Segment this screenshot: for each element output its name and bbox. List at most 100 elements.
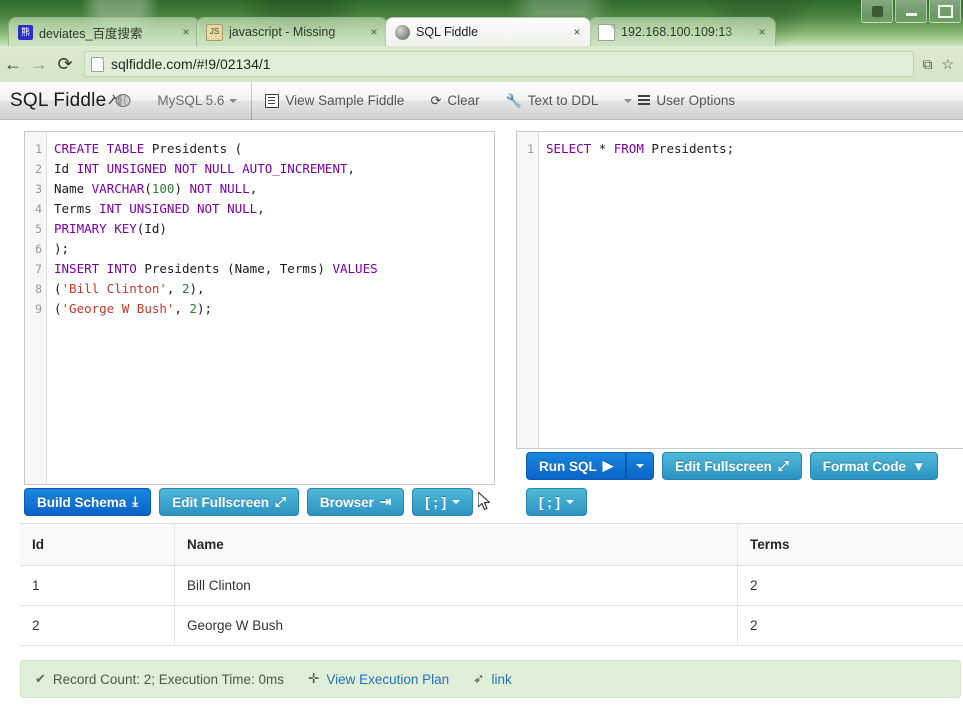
close-icon[interactable]: × <box>755 25 769 39</box>
code-line: Name VARCHAR(100) NOT NULL, <box>54 179 494 199</box>
minimize-icon[interactable] <box>895 0 927 23</box>
reload-icon[interactable]: ⟳ <box>52 51 78 77</box>
copy-page-icon[interactable]: ⧉ <box>922 57 932 71</box>
javascript-icon: JS <box>206 23 223 41</box>
indent-icon: ⇥ <box>379 494 392 509</box>
status-bar: ✔ Record Count: 2; Execution Time: 0ms ✛… <box>20 660 961 698</box>
code-line: ); <box>54 239 494 259</box>
schema-edit-fullscreen-button[interactable]: Edit Fullscreen ⤢ <box>159 488 299 516</box>
browser-tab-3[interactable]: 192.168.100.109:13 × <box>588 17 776 46</box>
clear-button[interactable]: ⟳ Clear <box>417 82 492 119</box>
build-schema-label: Build Schema <box>37 494 127 510</box>
omnibox-actions: ⧉ ☆ <box>922 57 963 71</box>
code-token: NOT NULL <box>189 181 250 196</box>
view-execution-plan-label: View Execution Plan <box>326 671 450 687</box>
code-line: Id INT UNSIGNED NOT NULL AUTO_INCREMENT, <box>54 159 494 179</box>
line-number: 7 <box>35 262 42 276</box>
view-execution-plan-link[interactable]: ✛ View Execution Plan <box>308 671 449 687</box>
close-icon[interactable]: × <box>179 25 193 39</box>
browser-tab-title: 192.168.100.109:13 <box>621 25 733 39</box>
address-bar-input[interactable]: sqlfiddle.com/#!9/02134/1 <box>84 51 915 77</box>
column-header-id[interactable]: Id <box>20 523 175 566</box>
query-editor-code[interactable]: SELECT * FROM Presidents; <box>539 132 963 448</box>
expand-icon: ⤢ <box>275 494 286 509</box>
browser-tab-0[interactable]: 熊 deviates_百度搜索 × <box>8 17 200 46</box>
status-message: Record Count: 2; Execution Time: 0ms <box>52 671 285 687</box>
code-token: , <box>249 181 258 196</box>
share-link[interactable]: ➶ link <box>473 671 512 687</box>
run-sql-button[interactable]: Run SQL ▶ <box>526 452 627 480</box>
url-bar: ← → ⟳ sqlfiddle.com/#!9/02134/1 ⧉ ☆ <box>0 46 963 82</box>
code-token: ) <box>174 181 190 196</box>
code-token: Terms <box>54 201 100 216</box>
table-cell: Bill Clinton <box>174 565 738 606</box>
column-header-name[interactable]: Name <box>174 523 738 566</box>
check-icon: ✔ <box>35 671 46 686</box>
download-icon: ⤓ <box>132 494 139 509</box>
mouse-cursor <box>478 492 491 511</box>
play-icon: ▶ <box>602 458 614 473</box>
close-icon[interactable]: × <box>570 25 584 39</box>
build-schema-button[interactable]: Build Schema ⤓ <box>24 488 152 516</box>
back-icon[interactable]: ← <box>0 51 26 77</box>
code-line: ('George W Bush', 2); <box>54 299 494 319</box>
page-icon <box>91 56 104 72</box>
view-sample-fiddle-label: View Sample Fiddle <box>285 93 405 108</box>
browser-button[interactable]: Browser ⇥ <box>306 488 405 516</box>
browser-tab-1[interactable]: JS javascript - Missing × <box>196 17 388 46</box>
close-icon[interactable]: × <box>367 25 381 39</box>
editors-region: 123456789 CREATE TABLE Presidents (Id IN… <box>0 120 963 698</box>
schema-terminator-button[interactable]: [ ; ] <box>412 488 474 516</box>
query-terminator-button[interactable]: [ ; ] <box>526 488 587 516</box>
run-sql-label: Run SQL <box>539 458 597 474</box>
view-sample-fiddle-button[interactable]: View Sample Fiddle <box>252 82 417 119</box>
bars-icon <box>638 95 651 106</box>
baidu-icon: 熊 <box>18 24 33 40</box>
browser-tab-title: javascript - Missing <box>229 25 336 39</box>
run-sql-dropdown-button[interactable] <box>626 452 655 480</box>
line-number: 5 <box>35 222 42 236</box>
maximize-icon[interactable] <box>929 0 961 23</box>
browser-tab-title: SQL Fiddle <box>416 25 479 39</box>
table-row: 1 Bill Clinton 2 <box>20 565 963 606</box>
code-token: ), <box>189 281 205 296</box>
address-bar-url: sqlfiddle.com/#!9/02134/1 <box>111 56 271 72</box>
table-cell: 2 <box>737 605 963 646</box>
code-token: VARCHAR <box>91 181 145 196</box>
format-code-button[interactable]: Format Code ▼ <box>809 452 939 480</box>
record-count-status: ✔ Record Count: 2; Execution Time: 0ms <box>35 671 284 687</box>
plus-icon: ✛ <box>308 671 320 686</box>
user-options-button[interactable]: User Options <box>611 82 748 119</box>
app-brand[interactable]: SQL Fiddle <box>0 82 143 119</box>
database-engine-select[interactable]: MySQL 5.6 <box>143 82 251 119</box>
user-options-label: User Options <box>656 93 736 108</box>
caret-down-icon <box>636 464 645 468</box>
forward-icon[interactable]: → <box>26 51 52 77</box>
code-token: PRIMARY KEY <box>54 221 137 236</box>
code-token: INSERT INTO <box>54 261 145 276</box>
results-table: Id Name Terms 1 Bill Clinton 2 2 George W Bu… <box>20 523 963 646</box>
code-token: FROM <box>613 141 652 156</box>
schema-editor[interactable]: 123456789 CREATE TABLE Presidents (Id IN… <box>24 131 495 485</box>
code-token: , <box>347 161 356 176</box>
query-edit-fullscreen-label: Edit Fullscreen <box>675 458 772 474</box>
browser-tab-strip: 熊 deviates_百度搜索 × JS javascript - Missin… <box>0 17 963 46</box>
code-token: INT UNSIGNED NOT NULL <box>99 201 258 216</box>
browser-chrome: 熊 deviates_百度搜索 × JS javascript - Missin… <box>0 0 963 82</box>
user-icon[interactable] <box>861 0 893 23</box>
query-editor[interactable]: 1 SELECT * FROM Presidents; <box>516 131 963 449</box>
browser-tab-2[interactable]: SQL Fiddle × <box>385 17 591 46</box>
sql-fiddle-app: SQL Fiddle MySQL 5.6 View Sample Fiddle <box>0 82 963 721</box>
share-link-label: link <box>491 671 512 687</box>
page-icon <box>598 23 615 41</box>
text-to-ddl-button[interactable]: 🔧 Text to DDL <box>493 82 612 119</box>
query-edit-fullscreen-button[interactable]: Edit Fullscreen ⤢ <box>662 452 802 480</box>
code-token: SELECT <box>546 141 599 156</box>
code-token: * <box>598 141 614 156</box>
code-token: Presidents (Name, Terms) <box>144 261 333 276</box>
code-token: VALUES <box>332 261 378 276</box>
bookmark-star-icon[interactable]: ☆ <box>941 57 954 71</box>
query-editor-gutter: 1 <box>517 132 539 448</box>
column-header-terms[interactable]: Terms <box>737 523 963 566</box>
schema-editor-code[interactable]: CREATE TABLE Presidents (Id INT UNSIGNED… <box>47 132 494 484</box>
